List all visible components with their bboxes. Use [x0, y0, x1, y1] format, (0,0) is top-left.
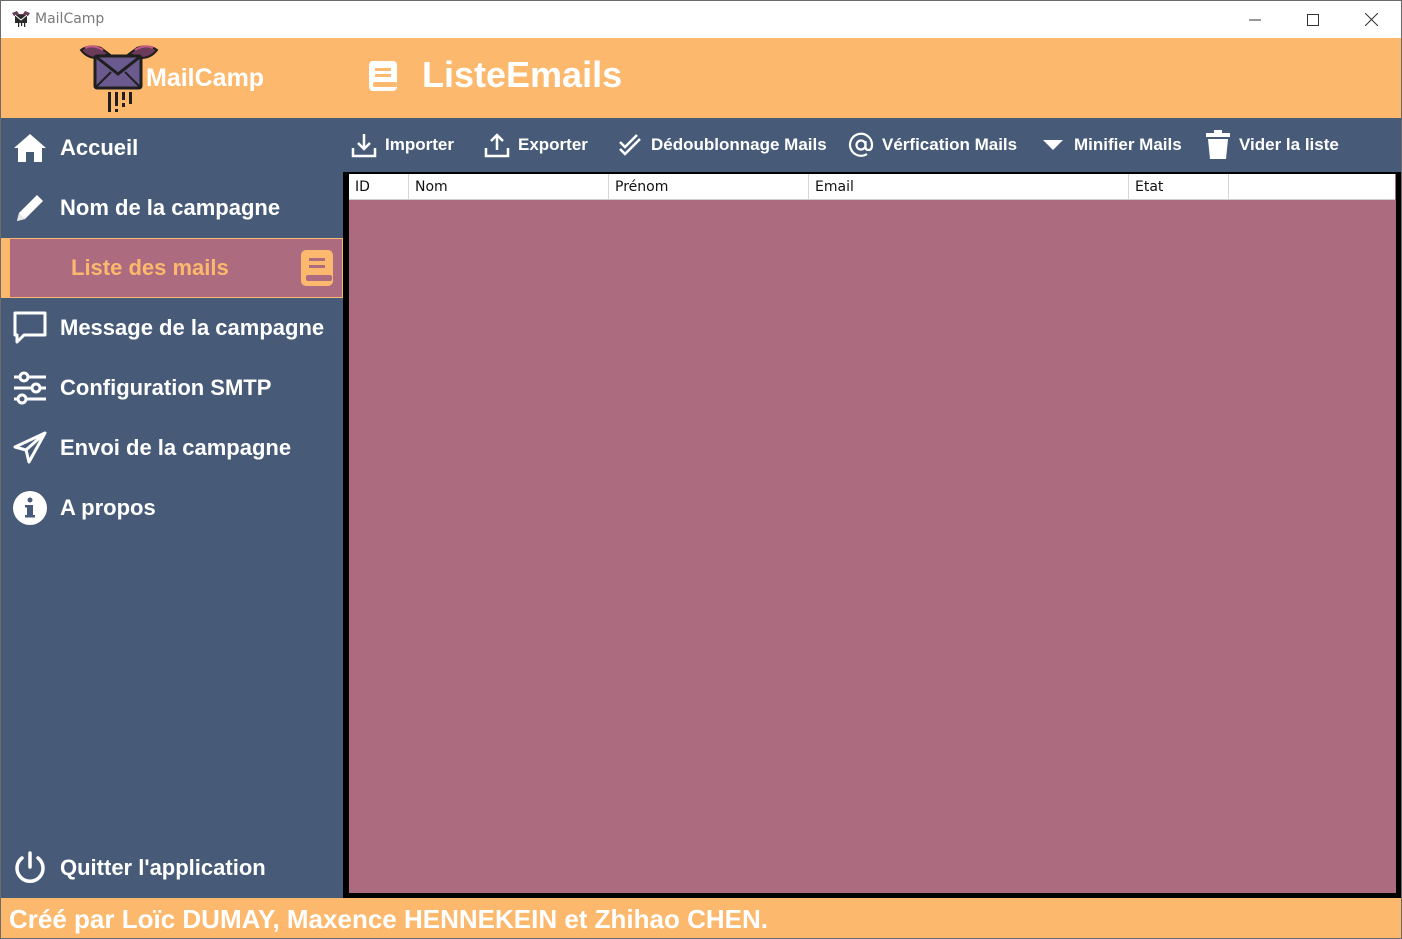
download-icon: [351, 132, 377, 158]
sidebar-item-nom-campagne[interactable]: Nom de la campagne: [1, 178, 343, 238]
column-header-etat[interactable]: Etat: [1129, 174, 1229, 199]
sidebar-item-message[interactable]: Message de la campagne: [1, 298, 343, 358]
info-icon: [11, 489, 49, 527]
import-button[interactable]: Importer: [351, 118, 454, 172]
minify-button[interactable]: Minifier Mails: [1040, 118, 1182, 172]
app-window: MailCamp MailCamp ListeEmails Accueil No…: [0, 0, 1402, 939]
clear-list-button[interactable]: Vider la liste: [1205, 118, 1339, 172]
footer-bar: Créé par Loïc DUMAY, Maxence HENNEKEIN e…: [1, 898, 1401, 938]
clear-list-label: Vider la liste: [1239, 135, 1339, 154]
window-title: MailCamp: [35, 11, 105, 27]
column-header-nom[interactable]: Nom: [409, 174, 609, 199]
at-sign-icon: [848, 132, 874, 158]
active-indicator: [2, 239, 10, 297]
page-title: ListeEmails: [422, 54, 623, 95]
sidebar-item-label: Nom de la campagne: [60, 195, 281, 220]
verify-label: Vérfication Mails: [882, 135, 1018, 154]
maximize-button[interactable]: [1284, 1, 1342, 38]
sidebar-item-envoi[interactable]: Envoi de la campagne: [1, 418, 343, 478]
power-icon: [11, 849, 49, 887]
credits-text: Créé par Loïc DUMAY, Maxence HENNEKEIN e…: [9, 904, 768, 934]
pencil-icon: [11, 189, 49, 227]
upload-icon: [484, 132, 510, 158]
sidebar-item-label: A propos: [60, 495, 156, 520]
sliders-icon: [11, 369, 49, 407]
book-icon: [298, 249, 336, 287]
sidebar-item-smtp[interactable]: Configuration SMTP: [1, 358, 343, 418]
dedup-label: Dédoublonnage Mails: [651, 135, 827, 154]
sidebar-item-label: Liste des mails: [71, 255, 229, 280]
minify-label: Minifier Mails: [1074, 135, 1182, 154]
logo-text: MailCamp: [146, 64, 265, 92]
export-button[interactable]: Exporter: [484, 118, 588, 172]
sidebar-item-label: Configuration SMTP: [60, 375, 272, 400]
sidebar-item-label: Envoi de la campagne: [60, 435, 292, 460]
dedup-button[interactable]: Dédoublonnage Mails: [617, 118, 827, 172]
trash-icon: [1205, 130, 1231, 159]
sidebar-item-label: Accueil: [60, 135, 139, 160]
column-header-id[interactable]: ID: [349, 174, 409, 199]
toolbar: Importer Exporter Dédoublonnage Mails Vé…: [343, 118, 1401, 172]
app-icon: [12, 11, 30, 27]
sidebar-item-label: Message de la campagne: [60, 315, 325, 340]
caret-down-icon: [1040, 132, 1066, 158]
send-icon: [11, 429, 49, 467]
sidebar-item-apropos[interactable]: A propos: [1, 478, 343, 538]
double-check-icon: [617, 132, 643, 158]
minimize-icon: [1249, 19, 1261, 20]
header-bar: MailCamp ListeEmails: [1, 38, 1401, 118]
table-header: ID Nom Prénom Email Etat: [349, 174, 1395, 200]
column-header-prenom[interactable]: Prénom: [609, 174, 809, 199]
message-icon: [11, 309, 49, 347]
column-header-email[interactable]: Email: [809, 174, 1129, 199]
content-area: ID Nom Prénom Email Etat: [343, 172, 1401, 898]
emails-table[interactable]: ID Nom Prénom Email Etat: [349, 174, 1396, 893]
sidebar-item-accueil[interactable]: Accueil: [1, 118, 343, 178]
title-bar: MailCamp: [1, 1, 1401, 38]
verify-button[interactable]: Vérfication Mails: [848, 118, 1017, 172]
book-icon: [369, 61, 397, 91]
quit-label: Quitter l'application: [60, 855, 266, 880]
quit-button[interactable]: Quitter l'application: [1, 838, 343, 898]
close-button[interactable]: [1342, 1, 1400, 38]
export-label: Exporter: [518, 135, 588, 154]
sidebar-item-liste-mails[interactable]: Liste des mails: [1, 238, 343, 298]
import-label: Importer: [385, 135, 454, 154]
close-icon: [1364, 13, 1378, 26]
home-icon: [11, 129, 49, 167]
maximize-icon: [1307, 13, 1319, 26]
sidebar: Accueil Nom de la campagne Liste des mai…: [1, 118, 343, 898]
minimize-button[interactable]: [1226, 1, 1284, 38]
